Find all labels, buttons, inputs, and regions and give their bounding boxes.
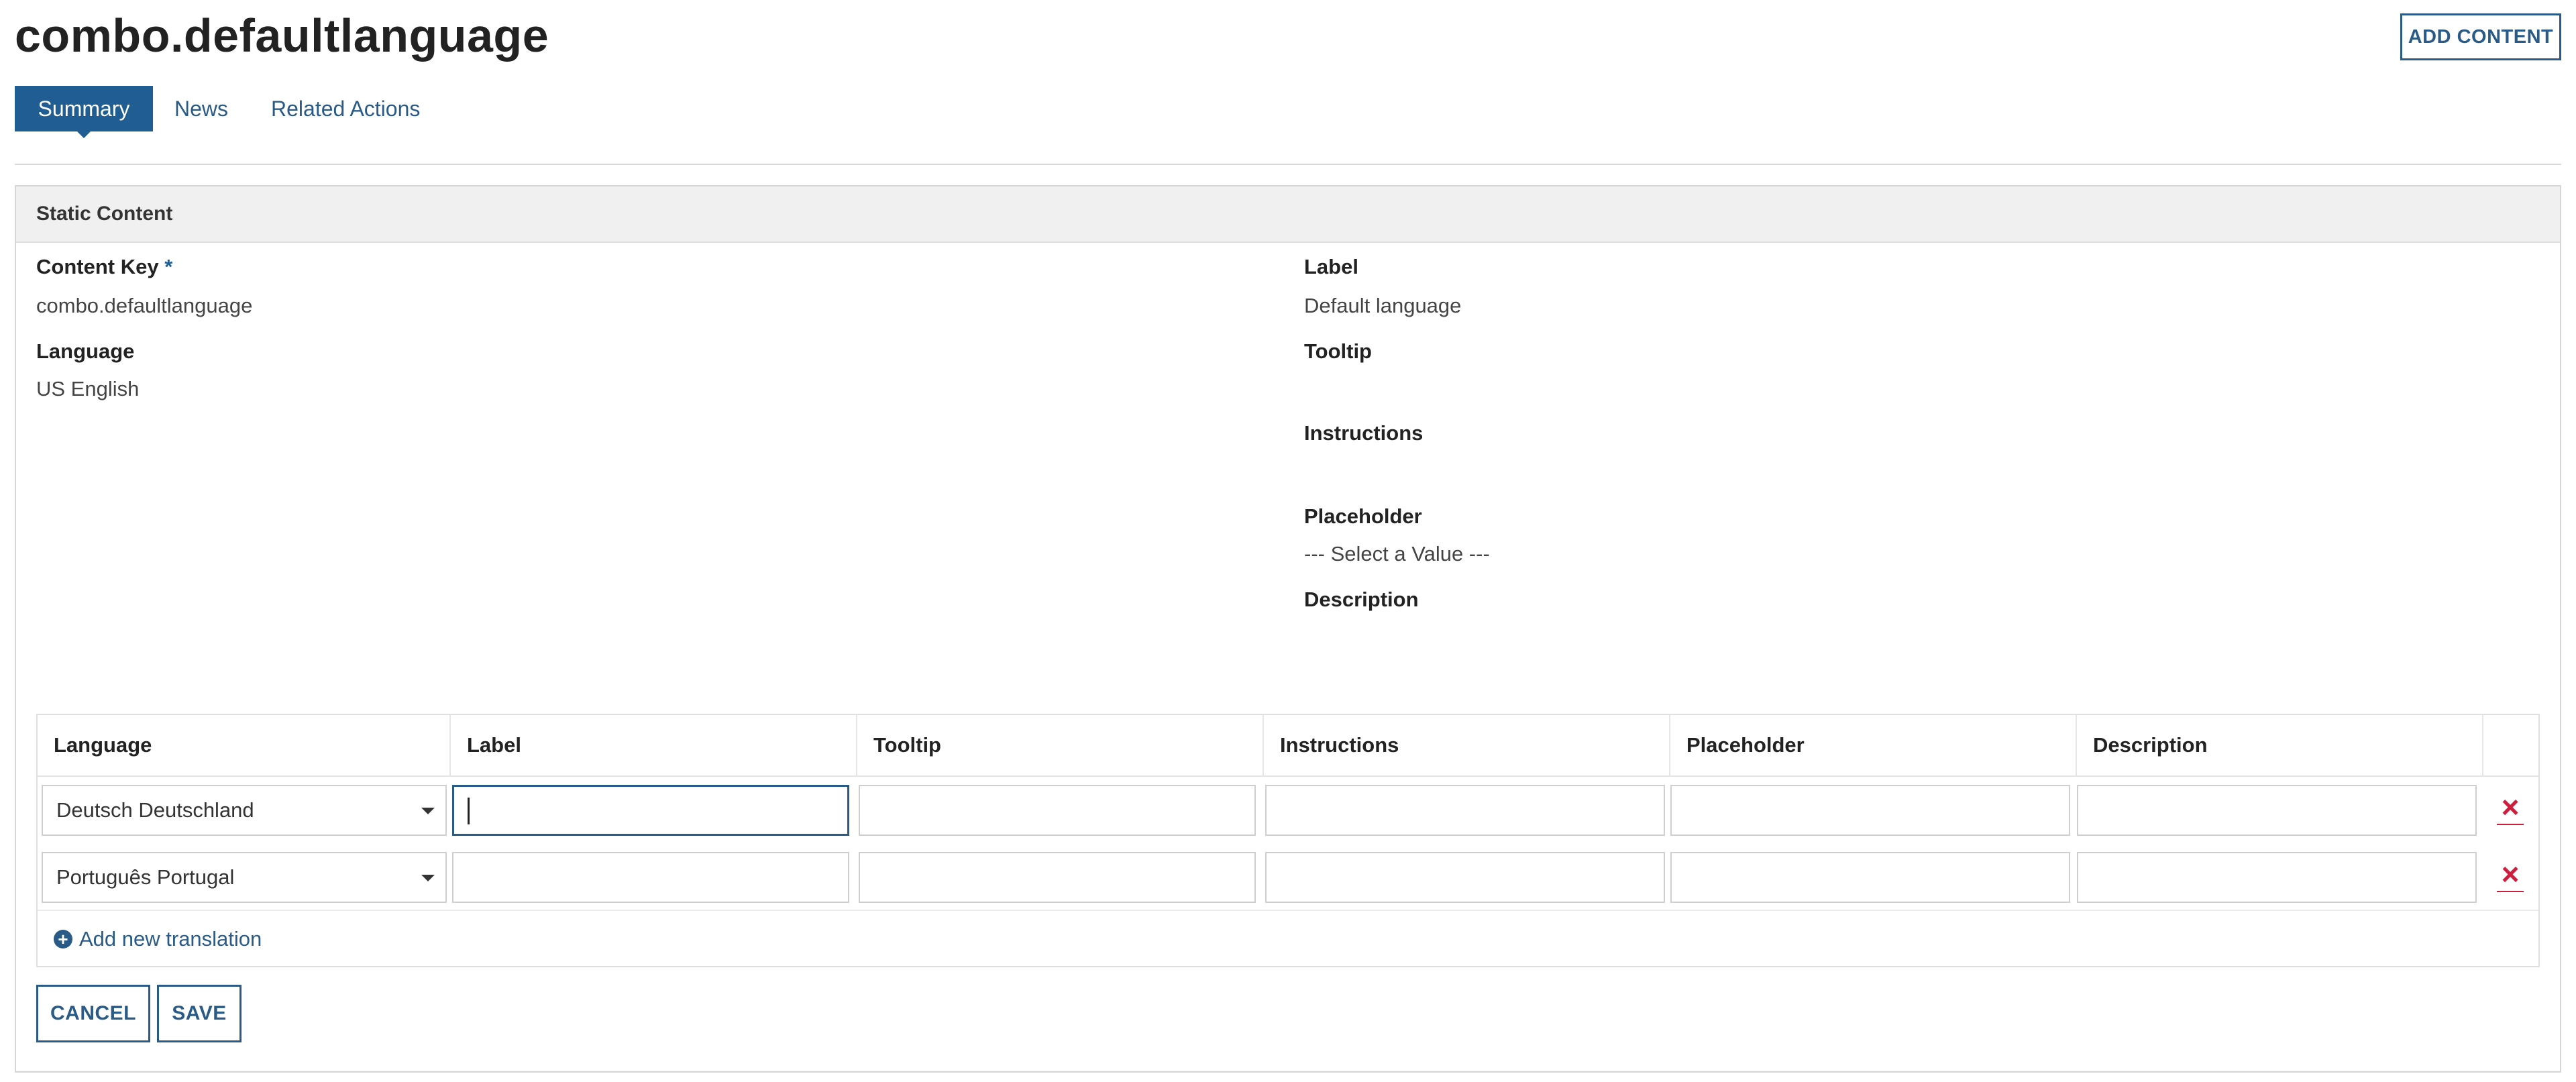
- instructions-input[interactable]: [1265, 785, 1665, 836]
- caret-down-icon: [421, 875, 435, 881]
- description-input[interactable]: [2077, 852, 2477, 903]
- tabs-divider: [15, 164, 2561, 165]
- language-select[interactable]: Português Portugal: [42, 852, 447, 903]
- add-new-translation-link[interactable]: + Add new translation: [54, 927, 262, 951]
- required-mark: *: [164, 255, 173, 278]
- placeholder-input[interactable]: [1670, 852, 2070, 903]
- delete-row-icon[interactable]: ×: [2497, 857, 2524, 892]
- tab-bar: Summary News Related Actions: [15, 86, 441, 138]
- translations-table: Language Label Tooltip Instructions Plac…: [36, 714, 2540, 967]
- placeholder-value: --- Select a Value ---: [1304, 542, 1490, 565]
- instructions-input[interactable]: [1265, 852, 1665, 903]
- language-select[interactable]: Deutsch Deutschland: [42, 785, 447, 836]
- panel-title: Static Content: [16, 186, 2560, 243]
- tooltip-label: Tooltip: [1304, 339, 1372, 363]
- label-input[interactable]: [452, 852, 849, 903]
- placeholder-label: Placeholder: [1304, 504, 1422, 528]
- description-input[interactable]: [2077, 785, 2477, 836]
- text-cursor: [468, 798, 470, 824]
- caret-down-icon: [421, 808, 435, 814]
- delete-row-icon[interactable]: ×: [2497, 790, 2524, 825]
- plus-circle-icon: +: [54, 930, 72, 949]
- language-value: US English: [36, 377, 140, 400]
- tab-news[interactable]: News: [153, 86, 250, 131]
- table-row: Deutsch Deutschland ×: [38, 775, 2538, 843]
- add-content-button[interactable]: ADD CONTENT: [2400, 13, 2561, 60]
- tooltip-input[interactable]: [859, 785, 1256, 836]
- cancel-button[interactable]: CANCEL: [36, 985, 150, 1042]
- description-label: Description: [1304, 588, 1419, 611]
- placeholder-input[interactable]: [1670, 785, 2070, 836]
- column-header-tooltip: Tooltip: [857, 715, 1264, 775]
- content-key-value: combo.defaultlanguage: [36, 294, 253, 317]
- label-input[interactable]: [452, 785, 849, 836]
- column-header-language: Language: [38, 715, 451, 775]
- column-header-description: Description: [2077, 715, 2483, 775]
- tooltip-input[interactable]: [859, 852, 1256, 903]
- page-title: combo.defaultlanguage: [15, 9, 549, 62]
- column-header-instructions: Instructions: [1264, 715, 1670, 775]
- add-translation-row: + Add new translation: [38, 910, 2538, 967]
- column-header-placeholder: Placeholder: [1670, 715, 2077, 775]
- column-header-label: Label: [451, 715, 857, 775]
- tab-related-actions[interactable]: Related Actions: [250, 86, 441, 131]
- instructions-label: Instructions: [1304, 421, 1424, 445]
- static-content-panel: Static Content Content Key * combo.defau…: [15, 185, 2561, 1073]
- save-button[interactable]: SAVE: [157, 985, 241, 1042]
- table-row: Português Portugal ×: [38, 843, 2538, 910]
- tab-summary[interactable]: Summary: [15, 86, 153, 138]
- content-key-label: Content Key *: [36, 255, 173, 278]
- label-label: Label: [1304, 255, 1358, 278]
- label-value: Default language: [1304, 294, 1462, 317]
- language-label: Language: [36, 339, 135, 363]
- table-header: Language Label Tooltip Instructions Plac…: [38, 715, 2538, 777]
